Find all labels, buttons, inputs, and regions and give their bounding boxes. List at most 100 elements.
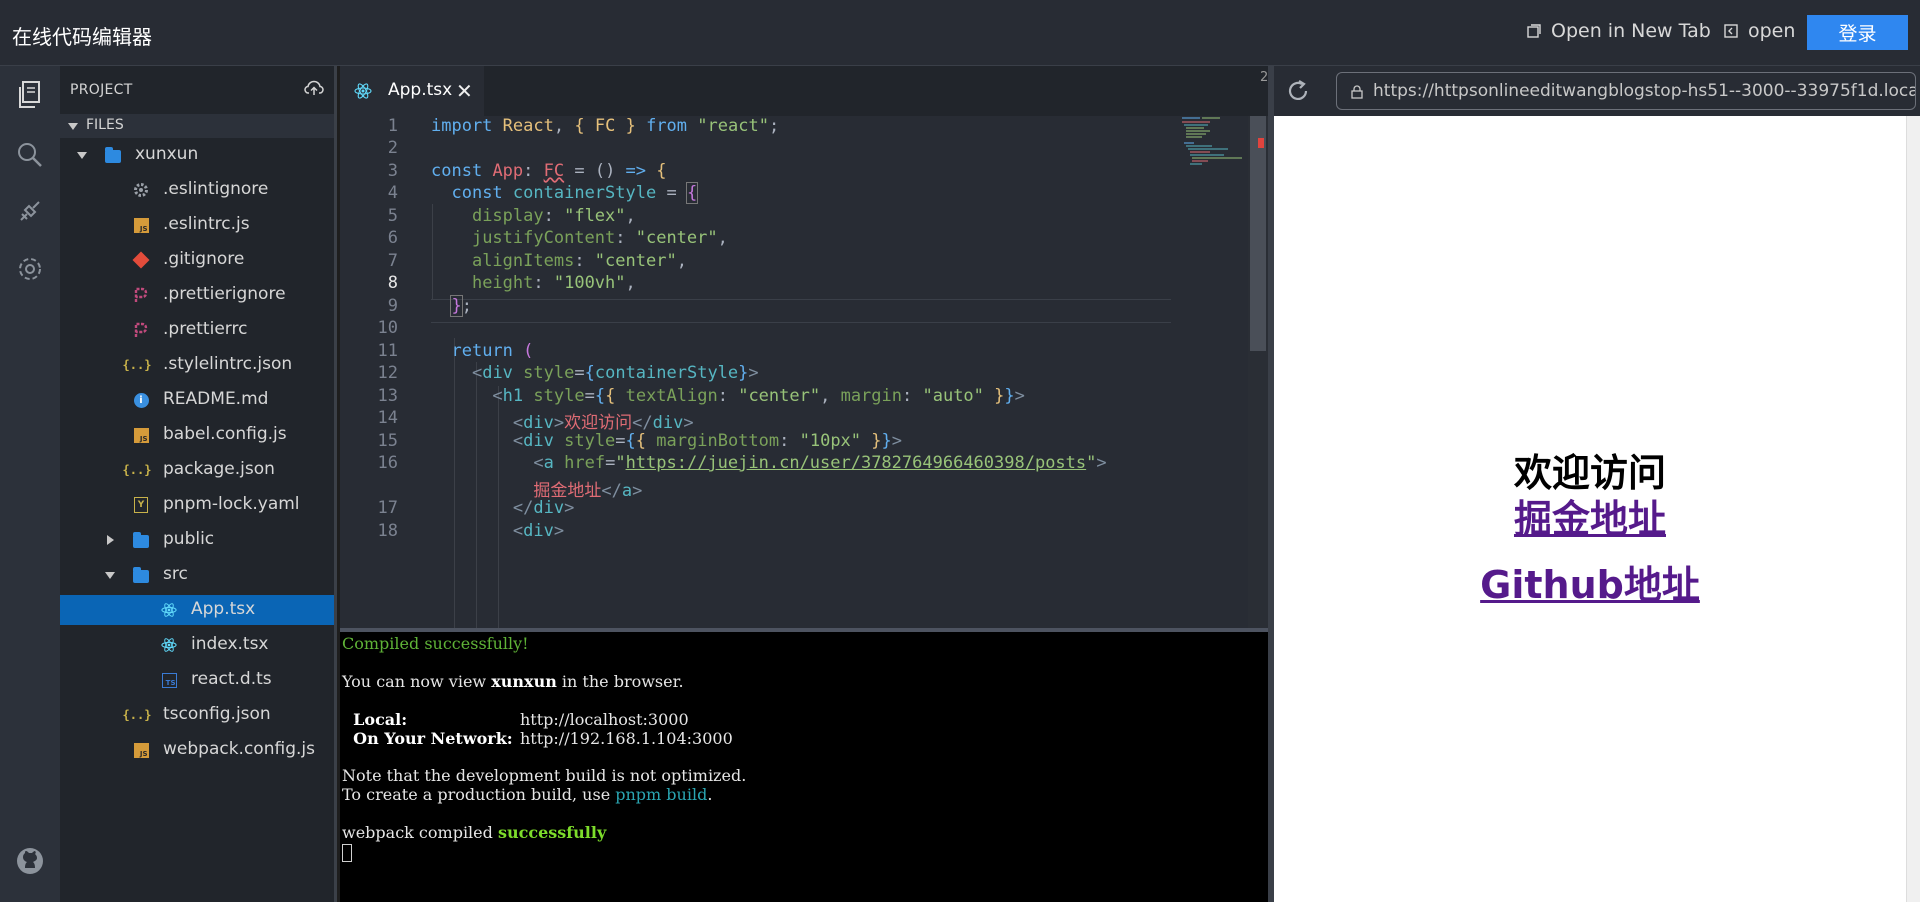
sidebar-item-public[interactable]: public — [60, 525, 334, 555]
sidebar-item-prettierrc[interactable]: .prettierrc — [60, 315, 334, 345]
build-suffix: . — [707, 785, 713, 804]
preview-scrollbar[interactable] — [1906, 116, 1920, 902]
github-link[interactable]: Github地址 — [1274, 554, 1906, 609]
folder-icon — [133, 566, 149, 583]
sidebar-item-app-tsx[interactable]: App.tsx — [60, 595, 334, 625]
lock-icon — [1351, 84, 1363, 104]
react-icon — [161, 602, 177, 618]
info-icon: i — [133, 392, 149, 408]
files-title: FILES — [86, 117, 124, 133]
yaml-file-icon: Y — [133, 497, 149, 513]
sidebar-item-gitignore[interactable]: .gitignore — [60, 245, 334, 275]
sidebar-item-label: tsconfig.json — [163, 704, 271, 724]
app-title: 在线代码编辑器 — [12, 25, 152, 49]
preview-frame[interactable]: 欢迎访问 掘金地址 Github地址 — [1274, 116, 1920, 902]
sidebar-item-xunxun[interactable]: xunxun — [60, 140, 334, 170]
scrollbar-thumb[interactable] — [1250, 116, 1266, 351]
sidebar-item-readme-md[interactable]: i README.md — [60, 385, 334, 415]
terminal-local-line: Local: http://localhost:3000 — [342, 710, 689, 729]
chevron-down-icon — [68, 123, 78, 130]
line-number: 18 — [377, 521, 398, 541]
open-in-new-tab-label: Open in New Tab — [1551, 20, 1711, 42]
code-editor[interactable]: 1 2 3 4 5 6 7 8 9 10 11 12 13 14 15 16 17 18 import React… — [340, 116, 1268, 628]
sidebar-item-prettierignore[interactable]: .prettierignore — [60, 280, 334, 310]
search-icon[interactable] — [13, 138, 47, 172]
folder-icon — [105, 146, 121, 163]
sidebar-item-tsconfig-json[interactable]: {..} tsconfig.json — [60, 700, 334, 730]
build-prefix: To create a production build, use — [342, 785, 616, 804]
sidebar-item-label: public — [163, 529, 215, 549]
login-button[interactable]: 登录 — [1807, 15, 1908, 50]
view-prefix: You can now view — [342, 672, 492, 691]
sidebar-item-eslintignore[interactable]: .eslintignore — [60, 175, 334, 205]
settings-icon[interactable] — [13, 252, 47, 286]
git-icon — [132, 251, 150, 269]
code-line: <h1 style={{ textAlign: "center", margin… — [492, 386, 1025, 406]
build-command: pnpm build — [615, 785, 708, 804]
sidebar-item-pnpm-lock-yaml[interactable]: Ypnpm-lock.yaml — [60, 490, 334, 520]
sidebar-item-label: webpack.config.js — [163, 739, 315, 759]
file-explorer: PROJECT FILES xunxun .eslintignore JS .esli… — [60, 66, 337, 902]
sidebar-item-react-d-ts[interactable]: TS react.d.ts — [60, 665, 334, 695]
sidebar-item-index-tsx[interactable]: index.tsx — [60, 630, 334, 660]
terminal-panel[interactable]: Compiled successfully! You can now view … — [340, 628, 1268, 902]
cloud-upload-icon[interactable] — [304, 80, 324, 100]
code-line: const App: FC = () => { — [431, 161, 667, 181]
open-icon — [1724, 24, 1738, 38]
line-number: 12 — [377, 363, 398, 383]
terminal-view-line: You can now view xunxun in the browser. — [342, 672, 684, 691]
open-button[interactable]: open — [1724, 20, 1795, 42]
line-number: 2 — [387, 138, 398, 158]
sidebar-item-label: xunxun — [135, 144, 199, 164]
line-number: 16 — [377, 453, 398, 473]
sidebar-item-src[interactable]: src — [60, 560, 334, 590]
preview-url-field[interactable]: https://httpsonlineeditwangblogstop-hs51… — [1336, 72, 1916, 110]
close-icon[interactable]: ✕ — [456, 79, 473, 103]
tab-app-tsx[interactable]: App.tsx ✕ — [340, 66, 484, 116]
code-line: <a href="https://juejin.cn/user/37827649… — [533, 453, 1107, 473]
sidebar-item-label: .stylelintrc.json — [163, 354, 293, 374]
files-section-header[interactable]: FILES — [60, 114, 334, 138]
sidebar-item-webpack-config-js[interactable]: JS webpack.config.js — [60, 735, 334, 765]
editor-scrollbar[interactable] — [1248, 116, 1268, 628]
line-number: 6 — [387, 228, 398, 248]
plugin-icon[interactable] — [13, 194, 47, 228]
activity-bar — [0, 66, 60, 902]
webpack-prefix: webpack compiled — [342, 823, 498, 842]
error-marker — [1258, 138, 1264, 148]
juejin-link[interactable]: 掘金地址 — [1274, 488, 1906, 543]
open-in-new-tab-button[interactable]: Open in New Tab — [1527, 20, 1711, 42]
code-line: <div style={containerStyle}> — [471, 363, 759, 383]
line-number: 8 — [387, 273, 398, 293]
explorer-icon[interactable] — [13, 78, 47, 112]
react-icon — [354, 82, 372, 105]
code-line: alignItems: "center", — [471, 251, 687, 271]
title-bar: 在线代码编辑器 Open in New Tab open 登录 — [0, 0, 1920, 66]
sidebar-item-label: .prettierrc — [163, 319, 248, 339]
terminal-webpack-line: webpack compiled successfully — [342, 823, 606, 842]
line-number: 4 — [387, 183, 398, 203]
folder-icon — [133, 531, 149, 548]
sidebar-item-label: .prettierignore — [163, 284, 286, 304]
line-number: 14 — [377, 408, 398, 428]
view-suffix: in the browser. — [556, 672, 684, 691]
minimap[interactable] — [1180, 116, 1250, 176]
sidebar-item-package-json[interactable]: {..} package.json — [60, 455, 334, 485]
chevron-down-icon — [105, 572, 115, 579]
sidebar-item-stylelintrc-json[interactable]: {..} .stylelintrc.json — [60, 350, 334, 380]
reload-icon[interactable] — [1284, 77, 1312, 109]
chevron-right-icon — [107, 535, 114, 545]
sidebar-item-label: README.md — [163, 389, 269, 409]
code-line: </div> — [512, 498, 575, 518]
open-label: open — [1748, 20, 1796, 42]
preview-url: https://httpsonlineeditwangblogstop-hs51… — [1373, 81, 1916, 101]
sidebar-item-label: .eslintignore — [163, 179, 269, 199]
code-line: const containerStyle = { — [451, 182, 699, 204]
github-icon[interactable] — [13, 844, 47, 878]
sidebar-item-eslintrc-js[interactable]: JS .eslintrc.js — [60, 210, 334, 240]
line-number: 3 — [387, 161, 398, 181]
code-line: height: "100vh", — [471, 273, 636, 293]
json-file-icon: {..} — [122, 358, 152, 372]
sidebar-item-babel-config-js[interactable]: JS babel.config.js — [60, 420, 334, 450]
preview-address-bar: https://httpsonlineeditwangblogstop-hs51… — [1274, 66, 1920, 116]
